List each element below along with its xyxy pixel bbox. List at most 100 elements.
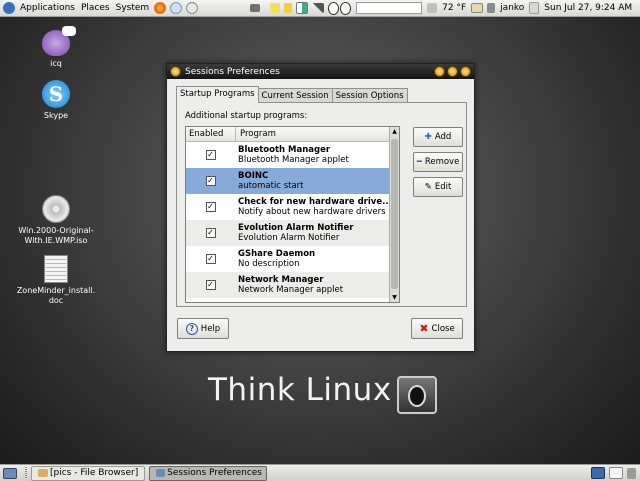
- battery-icon[interactable]: [487, 3, 496, 13]
- user-name[interactable]: janko: [497, 0, 527, 16]
- program-description: Bluetooth Manager applet: [238, 155, 349, 165]
- program-description: Notify about new hardware drivers ...: [238, 207, 388, 217]
- edit-button[interactable]: ✎ Edit: [413, 177, 463, 197]
- menu-places[interactable]: Places: [78, 0, 113, 16]
- table-row[interactable]: ✓ Check for new hardware drive... Notify …: [186, 194, 399, 220]
- desktop-icon-label-line1: ZoneMinder_install.: [16, 286, 96, 295]
- desktop-icon-label-line2: With.IE.WMP.iso: [24, 236, 88, 245]
- distro-logo-icon[interactable]: [3, 2, 15, 14]
- tab-bar: Startup Programs Current Session Session…: [176, 86, 408, 103]
- desktop-icon-label: icq: [50, 59, 62, 68]
- program-description: No description: [238, 259, 300, 269]
- list-scrollbar[interactable]: ▲ ▼: [389, 127, 399, 302]
- disc-image-icon: [42, 195, 70, 223]
- chart-icon[interactable]: [296, 2, 309, 14]
- scroll-up-arrow-icon[interactable]: ▲: [390, 127, 399, 136]
- minus-icon: ━: [416, 157, 422, 167]
- dialog-title: Sessions Preferences: [185, 66, 280, 77]
- desktop-icon-doc[interactable]: ZoneMinder_install. doc: [16, 255, 96, 306]
- add-button-label: Add: [434, 132, 452, 142]
- trash-icon[interactable]: [627, 467, 636, 479]
- menu-system[interactable]: System: [113, 0, 153, 16]
- drive-icon[interactable]: [250, 4, 261, 12]
- icq-flower-icon: [42, 26, 76, 56]
- program-description: Network Manager applet: [238, 285, 344, 295]
- clock-datetime[interactable]: Sun Jul 27, 9:24 AM: [541, 0, 635, 16]
- close-button[interactable]: ✖ Close: [411, 318, 463, 339]
- eyes-icon[interactable]: [328, 1, 340, 15]
- help-button[interactable]: ? Help: [177, 318, 229, 339]
- sessions-icon: [156, 469, 166, 477]
- desktop-icon-label-line2: doc: [48, 296, 64, 305]
- help-icon[interactable]: [186, 2, 199, 14]
- taskbar-item-label: [pics - File Browser]: [50, 468, 139, 478]
- maximize-icon[interactable]: [447, 66, 458, 77]
- dialog-titlebar[interactable]: Sessions Preferences: [167, 64, 474, 79]
- table-row[interactable]: ✓ Bluetooth Manager Bluetooth Manager app…: [186, 142, 399, 168]
- program-name: GShare Daemon: [238, 249, 316, 259]
- workspace-switcher-1[interactable]: [591, 467, 605, 479]
- enabled-checkbox[interactable]: ✓: [205, 228, 216, 238]
- desktop-icon-icq[interactable]: icq: [16, 26, 96, 69]
- taskbar-item-sessions-preferences[interactable]: Sessions Preferences: [149, 465, 267, 481]
- separator-handle-icon: [25, 467, 27, 479]
- enabled-checkbox[interactable]: ✓: [205, 150, 216, 160]
- startup-programs-list[interactable]: Enabled Program ✓ Bluetooth Manager Bluet…: [185, 126, 400, 303]
- minimize-icon[interactable]: [434, 66, 445, 77]
- enabled-checkbox[interactable]: ✓: [205, 280, 216, 290]
- enabled-checkbox[interactable]: ✓: [205, 202, 216, 212]
- table-row[interactable]: ✓ GShare Daemon No description: [186, 246, 399, 272]
- list-header: Enabled Program: [186, 127, 399, 142]
- menu-applications[interactable]: Applications: [17, 0, 78, 16]
- tab-current-session[interactable]: Current Session: [257, 88, 333, 103]
- close-button-label: Close: [431, 323, 455, 334]
- help-circle-icon: ?: [185, 322, 198, 335]
- program-description: automatic start: [238, 181, 304, 191]
- network-globe-icon[interactable]: [170, 2, 183, 14]
- enabled-checkbox[interactable]: ✓: [205, 176, 216, 186]
- scroll-down-arrow-icon[interactable]: ▼: [390, 293, 399, 302]
- top-panel: Applications Places System 72 °F janko S…: [0, 0, 640, 17]
- table-row-selected[interactable]: ✓ BOINC automatic start: [186, 168, 399, 194]
- table-row[interactable]: ✓ Network Manager Network Manager applet: [186, 272, 399, 298]
- temperature-readout[interactable]: 72 °F: [439, 0, 469, 16]
- column-header-program[interactable]: Program: [236, 127, 276, 141]
- search-input[interactable]: [356, 2, 423, 14]
- desktop-icon-label-line1: Win.2000-Original-: [18, 226, 94, 235]
- add-button[interactable]: ✚ Add: [413, 127, 463, 147]
- edit-button-label: Edit: [434, 182, 452, 192]
- desktop-brand-text: Think Linux: [208, 372, 392, 408]
- workspace-switcher-2[interactable]: [609, 467, 623, 479]
- show-desktop-icon[interactable]: [3, 467, 17, 479]
- firefox-icon[interactable]: [154, 2, 167, 14]
- eyes-icon-right[interactable]: [340, 1, 352, 15]
- folder-icon: [38, 469, 48, 477]
- enabled-checkbox[interactable]: ✓: [205, 254, 216, 264]
- column-header-enabled[interactable]: Enabled: [186, 127, 236, 141]
- sessions-preferences-dialog: Sessions Preferences Startup Programs Cu…: [166, 63, 475, 352]
- scrollbar-thumb[interactable]: [391, 139, 398, 289]
- tab-session-options[interactable]: Session Options: [331, 88, 408, 103]
- tab-startup-programs[interactable]: Startup Programs: [176, 86, 259, 103]
- window-menu-icon[interactable]: [170, 66, 181, 77]
- edit-icon: ✎: [424, 182, 432, 192]
- program-name: Network Manager: [238, 275, 324, 285]
- plus-icon: ✚: [424, 132, 432, 142]
- tux-logo-icon: [397, 376, 437, 414]
- startup-programs-panel: Additional startup programs: Enabled Pro…: [176, 102, 467, 307]
- program-name: Bluetooth Manager: [238, 145, 331, 155]
- close-window-icon[interactable]: [460, 66, 471, 77]
- document-icon: [44, 255, 68, 283]
- weather-icon[interactable]: [427, 3, 438, 13]
- brightness-icon[interactable]: [284, 3, 293, 13]
- mail-icon[interactable]: [471, 3, 484, 13]
- desktop-icon-skype[interactable]: S Skype: [16, 80, 96, 121]
- program-description: Evolution Alarm Notifier: [238, 233, 340, 243]
- notes-icon[interactable]: [270, 3, 281, 13]
- desktop-icon-iso[interactable]: Win.2000-Original- With.IE.WMP.iso: [16, 195, 96, 246]
- signal-strength-icon[interactable]: [312, 3, 325, 13]
- remove-button[interactable]: ━ Remove: [413, 152, 463, 172]
- taskbar-item-file-browser[interactable]: [pics - File Browser]: [31, 465, 145, 481]
- desktop-icon-label: Skype: [43, 111, 69, 120]
- table-row[interactable]: ✓ Evolution Alarm Notifier Evolution Alar…: [186, 220, 399, 246]
